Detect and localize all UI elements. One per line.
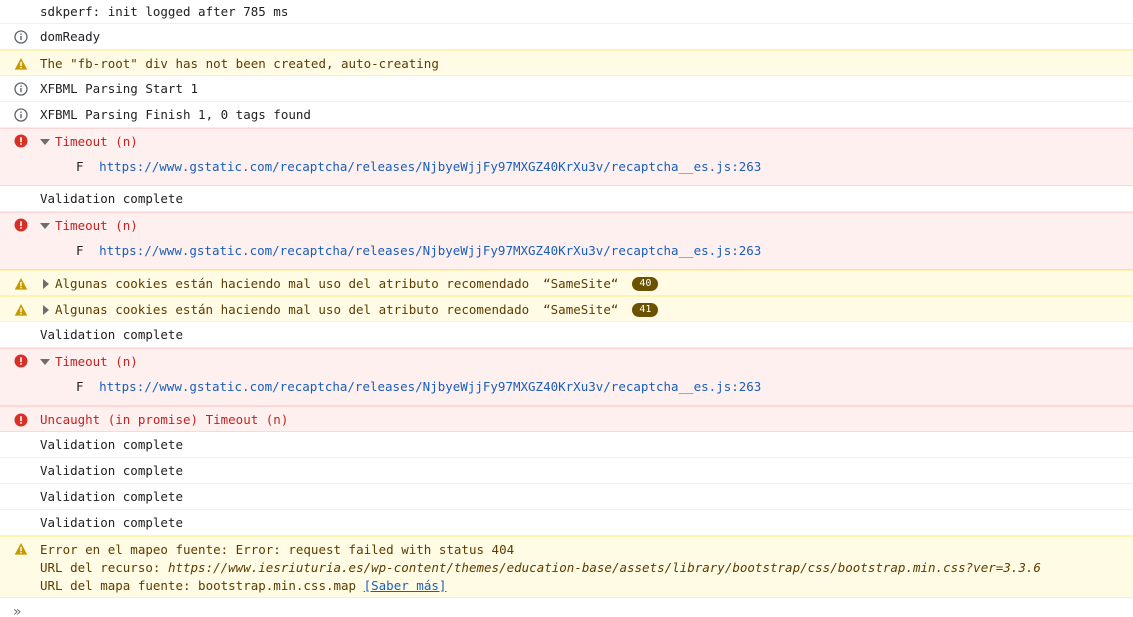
source-url[interactable]: https://www.gstatic.com/recaptcha/releas… (99, 243, 731, 258)
console-message: Validation complete (0, 186, 1133, 212)
console-message-info: XFBML Parsing Start 1 (0, 76, 1133, 102)
console-message-error: Uncaught (in promise) Timeout (n) (0, 406, 1133, 432)
message-text: Algunas cookies están haciendo mal uso d… (55, 276, 530, 291)
info-icon (14, 108, 28, 122)
console-message-info: domReady (0, 24, 1133, 50)
frame-function: F (76, 159, 84, 174)
error-icon (14, 218, 28, 232)
sourcemap-url-line: URL del mapa fuente: bootstrap.min.css.m… (40, 577, 1133, 595)
stack-frame: F https://www.gstatic.com/recaptcha/rele… (40, 375, 1133, 399)
frame-function: F (76, 379, 84, 394)
collapse-triangle-icon[interactable] (40, 222, 50, 229)
console-message-warning: The "fb-root" div has not been created, … (0, 50, 1133, 76)
warning-icon (14, 543, 28, 555)
chevron-prompt-icon[interactable]: » (13, 604, 22, 617)
source-link[interactable]: https://www.gstatic.com/recaptcha/releas… (99, 379, 761, 394)
message-text: Timeout (n) (55, 354, 138, 369)
console-message-warning: Error en el mapeo fuente: Error: request… (0, 536, 1133, 598)
message-text: Validation complete (40, 515, 183, 530)
error-header[interactable]: Timeout (n) (40, 349, 1133, 375)
frame-function: F (76, 243, 84, 258)
console-message: sdkperf: init logged after 785 ms (0, 0, 1133, 24)
resource-url-label: URL del recurso: (40, 560, 168, 575)
error-header[interactable]: Timeout (n) (40, 129, 1133, 155)
message-quoted: “SameSite“ (543, 276, 619, 291)
source-line[interactable]: :263 (731, 379, 761, 394)
collapse-triangle-icon[interactable] (40, 138, 50, 145)
message-text: Algunas cookies están haciendo mal uso d… (55, 302, 530, 317)
info-icon (14, 30, 28, 44)
message-text: Validation complete (40, 463, 183, 478)
stack-frame: F https://www.gstatic.com/recaptcha/rele… (40, 155, 1133, 179)
expand-triangle-icon[interactable] (43, 304, 49, 315)
source-link[interactable]: https://www.gstatic.com/recaptcha/releas… (99, 243, 761, 258)
message-text: Timeout (n) (55, 218, 138, 233)
repeat-count-badge: 40 (632, 276, 659, 291)
console-message: Validation complete (0, 510, 1133, 536)
error-icon (14, 354, 28, 368)
message-text: Timeout (n) (55, 134, 138, 149)
error-icon (14, 413, 28, 427)
console-message-warning[interactable]: Algunas cookies están haciendo mal uso d… (0, 270, 1133, 296)
source-line[interactable]: :263 (731, 159, 761, 174)
resource-url-line: URL del recurso: https://www.iesriuturia… (40, 559, 1133, 577)
source-url[interactable]: https://www.gstatic.com/recaptcha/releas… (99, 159, 731, 174)
message-text: XFBML Parsing Finish 1, 0 tags found (40, 107, 311, 122)
collapse-triangle-icon[interactable] (40, 358, 50, 365)
console-message-error: Timeout (n) F https://www.gstatic.com/re… (0, 128, 1133, 186)
source-url[interactable]: https://www.gstatic.com/recaptcha/releas… (99, 379, 731, 394)
source-line[interactable]: :263 (731, 243, 761, 258)
sourcemap-url-label: URL del mapa fuente: bootstrap.min.css.m… (40, 578, 364, 593)
message-text: Validation complete (40, 327, 183, 342)
source-link[interactable]: https://www.gstatic.com/recaptcha/releas… (99, 159, 761, 174)
warning-icon (14, 304, 28, 316)
console-message-info: XFBML Parsing Finish 1, 0 tags found (0, 102, 1133, 128)
message-text: Validation complete (40, 191, 183, 206)
message-text: Validation complete (40, 489, 183, 504)
console-message: Validation complete (0, 432, 1133, 458)
learn-more-link[interactable]: [Saber más] (364, 578, 447, 593)
sourcemap-error-line: Error en el mapeo fuente: Error: request… (40, 542, 515, 557)
message-text: sdkperf: init logged after 785 ms (40, 4, 289, 19)
error-icon (14, 134, 28, 148)
expand-triangle-icon[interactable] (43, 278, 49, 289)
console-message: Validation complete (0, 458, 1133, 484)
resource-url: https://www.iesriuturia.es/wp-content/th… (167, 560, 1041, 575)
info-icon (14, 82, 28, 96)
warning-icon (14, 278, 28, 290)
console-message-error: Timeout (n) F https://www.gstatic.com/re… (0, 212, 1133, 270)
warning-icon (14, 58, 28, 70)
message-text: domReady (40, 29, 101, 44)
repeat-count-badge: 41 (632, 302, 659, 317)
console-panel: sdkperf: init logged after 785 ms domRea… (0, 0, 1133, 617)
error-header[interactable]: Timeout (n) (40, 213, 1133, 239)
console-message-error: Timeout (n) F https://www.gstatic.com/re… (0, 348, 1133, 406)
stack-frame: F https://www.gstatic.com/recaptcha/rele… (40, 239, 1133, 263)
message-text: The "fb-root" div has not been created, … (40, 56, 439, 71)
message-text: Validation complete (40, 437, 183, 452)
message-quoted: “SameSite“ (543, 302, 619, 317)
console-message-warning[interactable]: Algunas cookies están haciendo mal uso d… (0, 296, 1133, 322)
console-message: Validation complete (0, 322, 1133, 348)
message-text: Uncaught (in promise) Timeout (n) (40, 412, 289, 427)
message-text: XFBML Parsing Start 1 (40, 81, 199, 96)
console-message: Validation complete (0, 484, 1133, 510)
